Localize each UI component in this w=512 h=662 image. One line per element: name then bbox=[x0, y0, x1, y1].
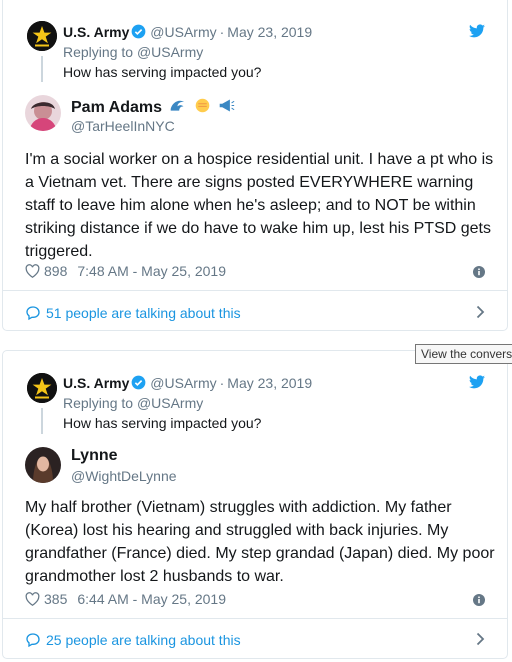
verified-badge-icon bbox=[132, 24, 146, 39]
separator-dot: · bbox=[219, 24, 225, 40]
replying-prefix: Replying to bbox=[63, 44, 137, 60]
army-star-logo-icon bbox=[27, 373, 57, 403]
talking-count-text[interactable]: 25 people are talking about this bbox=[46, 632, 241, 648]
parent-author-name[interactable]: U.S. Army bbox=[63, 375, 129, 391]
tweet-card-2[interactable]: U.S. Army @USArmy · May 23, 2019 Replying … bbox=[2, 350, 508, 659]
parent-author-handle[interactable]: @USArmy bbox=[150, 24, 216, 40]
like-count[interactable]: 385 bbox=[44, 591, 67, 607]
tweet-timestamp[interactable]: 6:44 AM - May 25, 2019 bbox=[77, 591, 226, 607]
speech-bubble-icon bbox=[26, 633, 40, 648]
avatar-photo bbox=[25, 95, 61, 131]
tweet-timestamp[interactable]: 7:48 AM - May 25, 2019 bbox=[77, 263, 226, 279]
thread-line bbox=[41, 408, 43, 434]
reply-author-handle[interactable]: @TarHeelInNYC bbox=[71, 118, 175, 134]
fist-emoji bbox=[195, 98, 210, 113]
divider bbox=[3, 618, 507, 619]
conversation-link[interactable]: 51 people are talking about this bbox=[25, 305, 241, 321]
replying-to: Replying to @USArmy bbox=[63, 44, 203, 60]
chevron-right-icon[interactable] bbox=[476, 632, 485, 646]
replying-handle[interactable]: @USArmy bbox=[137, 44, 203, 60]
info-icon[interactable] bbox=[473, 266, 485, 278]
reply-author-handle[interactable]: @WightDeLynne bbox=[71, 468, 177, 484]
speech-bubble-icon bbox=[26, 306, 40, 321]
reply-author-name[interactable]: Lynne bbox=[71, 447, 118, 465]
verified-badge-icon bbox=[132, 375, 146, 390]
parent-author-name[interactable]: U.S. Army bbox=[63, 24, 129, 40]
separator-dot: · bbox=[219, 375, 225, 391]
thread-line bbox=[41, 56, 43, 82]
divider bbox=[3, 290, 507, 291]
parent-tweet-text: How has serving impacted you? bbox=[63, 415, 262, 431]
reply-author-avatar[interactable] bbox=[25, 447, 61, 483]
twitter-bird-icon[interactable] bbox=[469, 24, 485, 38]
heart-icon[interactable] bbox=[25, 592, 40, 606]
parent-date[interactable]: May 23, 2019 bbox=[227, 375, 312, 391]
army-avatar[interactable] bbox=[27, 21, 57, 51]
replying-to: Replying to @USArmy bbox=[63, 395, 203, 411]
conversation-link[interactable]: 25 people are talking about this bbox=[25, 632, 241, 648]
reply-author-avatar[interactable] bbox=[25, 95, 61, 131]
parent-tweet[interactable]: U.S. Army @USArmy · May 23, 2019 Replying … bbox=[3, 0, 507, 88]
megaphone-emoji bbox=[220, 99, 235, 112]
reply-tweet-text: My half brother (Vietnam) struggles with… bbox=[25, 499, 495, 585]
avatar-photo bbox=[25, 447, 61, 483]
reply-tweet-text: I'm a social worker on a hospice residen… bbox=[25, 151, 494, 260]
parent-tweet[interactable]: U.S. Army @USArmy · May 23, 2019 Replying … bbox=[3, 351, 507, 439]
view-conversation-tooltip: View the conversation bbox=[415, 344, 512, 364]
like-count[interactable]: 898 bbox=[44, 263, 67, 279]
army-star-logo-icon bbox=[27, 21, 57, 51]
parent-date[interactable]: May 23, 2019 bbox=[227, 24, 312, 40]
parent-header: U.S. Army @USArmy · May 23, 2019 bbox=[63, 24, 312, 40]
tweet-meta: 898 7:48 AM - May 25, 2019 bbox=[25, 263, 226, 279]
chevron-right-icon[interactable] bbox=[476, 305, 485, 319]
army-avatar[interactable] bbox=[27, 373, 57, 403]
info-icon[interactable] bbox=[473, 594, 485, 606]
parent-header: U.S. Army @USArmy · May 23, 2019 bbox=[63, 375, 312, 391]
tweet-meta: 385 6:44 AM - May 25, 2019 bbox=[25, 591, 226, 607]
heart-icon[interactable] bbox=[25, 264, 40, 278]
parent-tweet-text: How has serving impacted you? bbox=[63, 64, 262, 80]
talking-count-text[interactable]: 51 people are talking about this bbox=[46, 305, 241, 321]
wave-emoji bbox=[171, 100, 185, 111]
tweet-card-1[interactable]: U.S. Army @USArmy · May 23, 2019 Replying … bbox=[2, 0, 508, 331]
twitter-bird-icon[interactable] bbox=[469, 375, 485, 389]
replying-handle[interactable]: @USArmy bbox=[137, 395, 203, 411]
reply-author-name-row: Pam Adams bbox=[71, 97, 235, 117]
parent-author-handle[interactable]: @USArmy bbox=[150, 375, 216, 391]
reply-author-name[interactable]: Pam Adams bbox=[71, 99, 162, 116]
replying-prefix: Replying to bbox=[63, 395, 137, 411]
